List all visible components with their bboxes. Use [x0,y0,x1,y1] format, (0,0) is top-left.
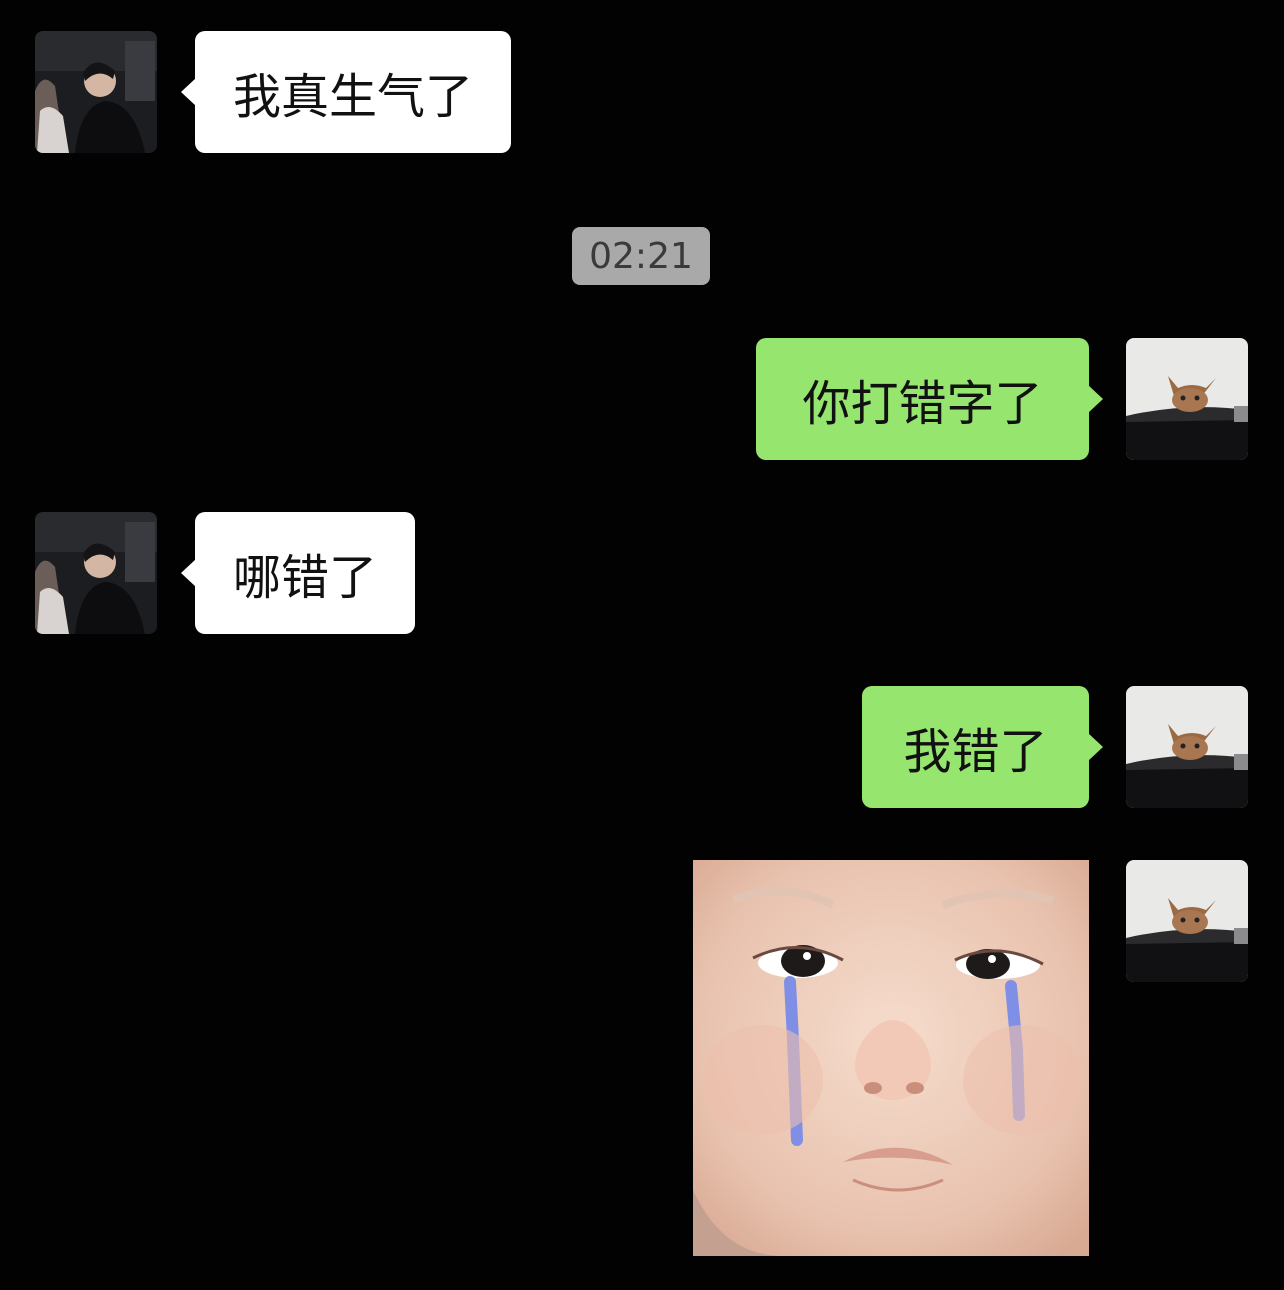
my-avatar[interactable] [1126,860,1248,982]
cat-peeking-avatar-icon [1126,338,1248,460]
timestamp-badge: 02:21 [572,227,710,285]
cat-peeking-avatar-icon [1126,686,1248,808]
message-text: 你打错字了 [802,376,1043,432]
cat-peeking-avatar-icon [1126,860,1248,982]
contact-avatar[interactable] [35,31,157,153]
crying-baby-sticker[interactable] [693,860,1089,1256]
message-text: 我真生气了 [233,69,474,125]
message-bubble-outgoing[interactable]: 你打错字了 [756,338,1103,460]
couple-photo-avatar-icon [35,512,157,634]
message-bubble-incoming[interactable]: 哪错了 [180,512,416,634]
my-avatar[interactable] [1126,338,1248,460]
my-avatar[interactable] [1126,686,1248,808]
contact-avatar[interactable] [35,512,157,634]
timestamp-text: 02:21 [589,235,693,277]
message-bubble-outgoing[interactable]: 我错了 [862,686,1103,808]
message-bubble-incoming[interactable]: 我真生气了 [180,31,512,153]
message-text: 我错了 [903,724,1048,780]
message-text: 哪错了 [233,550,378,606]
crying-baby-sticker-image [693,860,1089,1256]
couple-photo-avatar-icon [35,31,157,153]
